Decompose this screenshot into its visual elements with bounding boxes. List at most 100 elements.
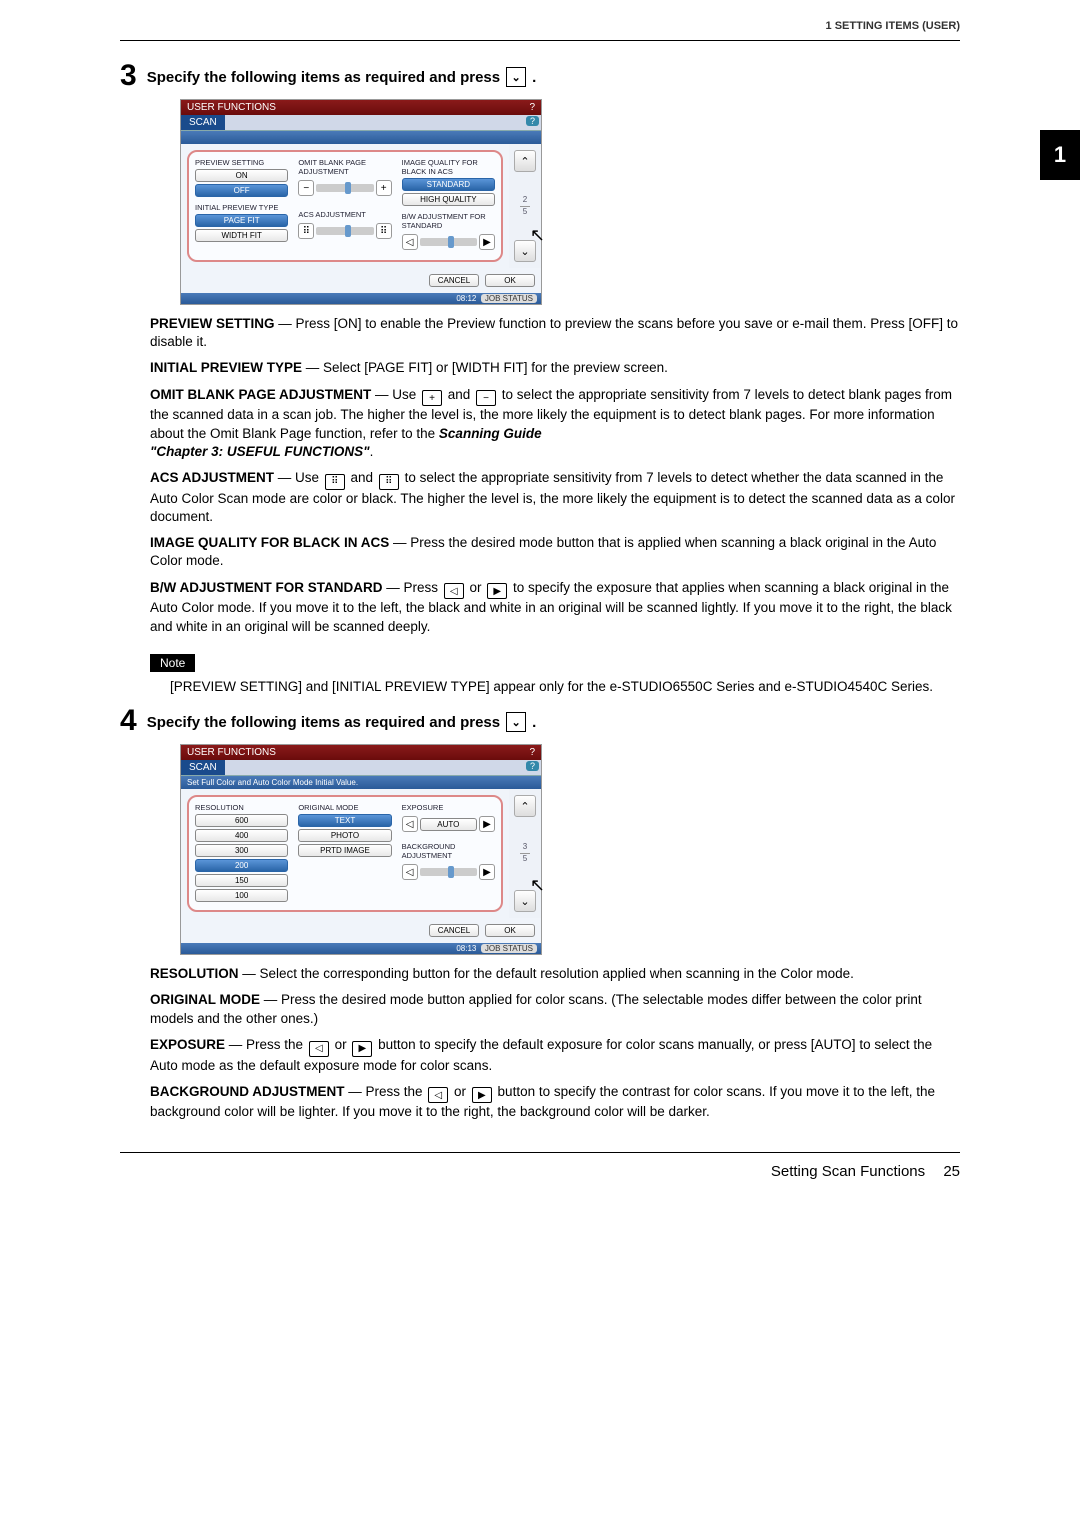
page-number: 25 xyxy=(943,1163,960,1180)
ok-button[interactable]: OK xyxy=(485,924,535,937)
step-4: 4 Specify the following items as require… xyxy=(120,706,960,736)
button-auto[interactable]: AUTO xyxy=(420,818,477,831)
page-up-button[interactable]: ⌃ xyxy=(514,795,536,817)
ss-titlebar: USER FUNCTIONS ? xyxy=(181,100,541,115)
cancel-button[interactable]: CANCEL xyxy=(429,274,479,287)
tab-row: SCAN ? xyxy=(181,760,541,776)
label: PREVIEW SETTING xyxy=(150,316,275,331)
button-on[interactable]: ON xyxy=(195,169,288,182)
end: . xyxy=(370,444,374,459)
step-title: Specify the following items as required … xyxy=(147,712,537,732)
label: RESOLUTION xyxy=(150,966,239,981)
button-standard[interactable]: STANDARD xyxy=(402,178,495,191)
tab-scan[interactable]: SCAN xyxy=(181,760,225,775)
label-resolution: RESOLUTION xyxy=(195,803,288,812)
page-cur: 3 xyxy=(520,843,530,852)
mid: or xyxy=(331,1037,351,1052)
slider-acs[interactable] xyxy=(316,227,373,235)
down-arrow-icon: ⌄ xyxy=(506,712,526,732)
button-photo[interactable]: PHOTO xyxy=(298,829,391,842)
right-arrow-icon[interactable]: ▶ xyxy=(479,234,495,250)
mid: and xyxy=(347,470,377,485)
button-widthfit[interactable]: WIDTH FIT xyxy=(195,229,288,242)
step-title-end: . xyxy=(532,69,536,86)
right-arrow-icon: ▶ xyxy=(487,583,507,599)
label: ACS ADJUSTMENT xyxy=(150,470,274,485)
button-400[interactable]: 400 xyxy=(195,829,288,842)
left-arrow-icon[interactable]: ◁ xyxy=(402,234,418,250)
cursor-icon: ↖ xyxy=(530,875,545,896)
pre: — Press the xyxy=(225,1037,307,1052)
ok-button[interactable]: OK xyxy=(485,274,535,287)
screenshot-scan-2: USER FUNCTIONS ? SCAN ? Set Full Color a… xyxy=(180,744,542,955)
acs-high-icon[interactable]: ⠿ xyxy=(376,223,392,239)
acs-low-icon[interactable]: ⠿ xyxy=(298,223,314,239)
page-total: 5 xyxy=(520,855,530,864)
text: — Select the corresponding button for th… xyxy=(239,966,854,981)
header-section: 1 SETTING ITEMS (USER) xyxy=(120,20,960,32)
slider-background[interactable] xyxy=(420,868,477,876)
left-arrow-icon: ◁ xyxy=(309,1041,329,1057)
page-indicator: 2 5 xyxy=(520,196,530,217)
left-arrow-icon[interactable]: ◁ xyxy=(402,816,418,832)
tab-scan[interactable]: SCAN xyxy=(181,115,225,130)
desc-iq: IMAGE QUALITY FOR BLACK IN ACS — Press t… xyxy=(150,534,960,570)
rule-top xyxy=(120,40,960,41)
slider-bw[interactable] xyxy=(420,238,477,246)
help-icon[interactable]: ? xyxy=(529,102,535,113)
note-text: [PREVIEW SETTING] and [INITIAL PREVIEW T… xyxy=(170,678,960,696)
left-arrow-icon[interactable]: ◁ xyxy=(402,864,418,880)
acs-high-icon: ⠿ xyxy=(379,474,399,490)
label-exposure: EXPOSURE xyxy=(402,803,495,812)
left-arrow-icon: ◁ xyxy=(444,583,464,599)
label: B/W ADJUSTMENT FOR STANDARD xyxy=(150,580,383,595)
right-arrow-icon[interactable]: ▶ xyxy=(479,816,495,832)
desc-exposure: EXPOSURE — Press the ◁ or ▶ button to sp… xyxy=(150,1036,960,1075)
cancel-button[interactable]: CANCEL xyxy=(429,924,479,937)
screenshot-scan-1: USER FUNCTIONS ? SCAN ? PREVIEW SETTING … xyxy=(180,99,542,305)
desc-omit: OMIT BLANK PAGE ADJUSTMENT — Use + and −… xyxy=(150,386,960,461)
desc-original-mode: ORIGINAL MODE — Press the desired mode b… xyxy=(150,991,960,1027)
button-off[interactable]: OFF xyxy=(195,184,288,197)
step-title: Specify the following items as required … xyxy=(147,67,537,87)
step-title-text: Specify the following items as required … xyxy=(147,69,500,86)
label: BACKGROUND ADJUSTMENT xyxy=(150,1084,345,1099)
help-icon[interactable]: ? xyxy=(526,761,539,771)
button-text[interactable]: TEXT xyxy=(298,814,391,827)
button-200[interactable]: 200 xyxy=(195,859,288,872)
slider-omit[interactable] xyxy=(316,184,373,192)
desc-preview: PREVIEW SETTING — Press [ON] to enable t… xyxy=(150,315,960,351)
button-prtdimage[interactable]: PRTD IMAGE xyxy=(298,844,391,857)
mid: or xyxy=(450,1084,470,1099)
desc-bw: B/W ADJUSTMENT FOR STANDARD — Press ◁ or… xyxy=(150,579,960,636)
mid: and xyxy=(444,387,474,402)
page-cur: 2 xyxy=(520,196,530,205)
ref-chapter: "Chapter 3: USEFUL FUNCTIONS" xyxy=(150,444,370,459)
help-icon[interactable]: ? xyxy=(526,116,539,126)
button-100[interactable]: 100 xyxy=(195,889,288,902)
desc-acs: ACS ADJUSTMENT — Use ⠿ and ⠿ to select t… xyxy=(150,469,960,526)
step-title-text: Specify the following items as required … xyxy=(147,714,500,731)
label: OMIT BLANK PAGE ADJUSTMENT xyxy=(150,387,371,402)
right-arrow-icon[interactable]: ▶ xyxy=(479,864,495,880)
pre: — Use xyxy=(274,470,323,485)
ss-title: USER FUNCTIONS xyxy=(187,747,276,758)
step-3: 3 Specify the following items as require… xyxy=(120,61,960,91)
button-pagefit[interactable]: PAGE FIT xyxy=(195,214,288,227)
note-label: Note xyxy=(150,654,195,672)
clock-time: 08:12 xyxy=(456,294,476,303)
help-icon[interactable]: ? xyxy=(529,747,535,758)
footer-title: Setting Scan Functions xyxy=(771,1163,925,1180)
right-arrow-icon: ▶ xyxy=(352,1041,372,1057)
button-highquality[interactable]: HIGH QUALITY xyxy=(402,193,495,206)
button-300[interactable]: 300 xyxy=(195,844,288,857)
button-150[interactable]: 150 xyxy=(195,874,288,887)
minus-icon[interactable]: − xyxy=(298,180,314,196)
plus-icon[interactable]: + xyxy=(376,180,392,196)
label-background: BACKGROUND ADJUSTMENT xyxy=(402,842,495,860)
jobstatus-button[interactable]: JOB STATUS xyxy=(481,944,537,953)
plus-icon: + xyxy=(422,390,442,406)
page-up-button[interactable]: ⌃ xyxy=(514,150,536,172)
button-600[interactable]: 600 xyxy=(195,814,288,827)
jobstatus-button[interactable]: JOB STATUS xyxy=(481,294,537,303)
